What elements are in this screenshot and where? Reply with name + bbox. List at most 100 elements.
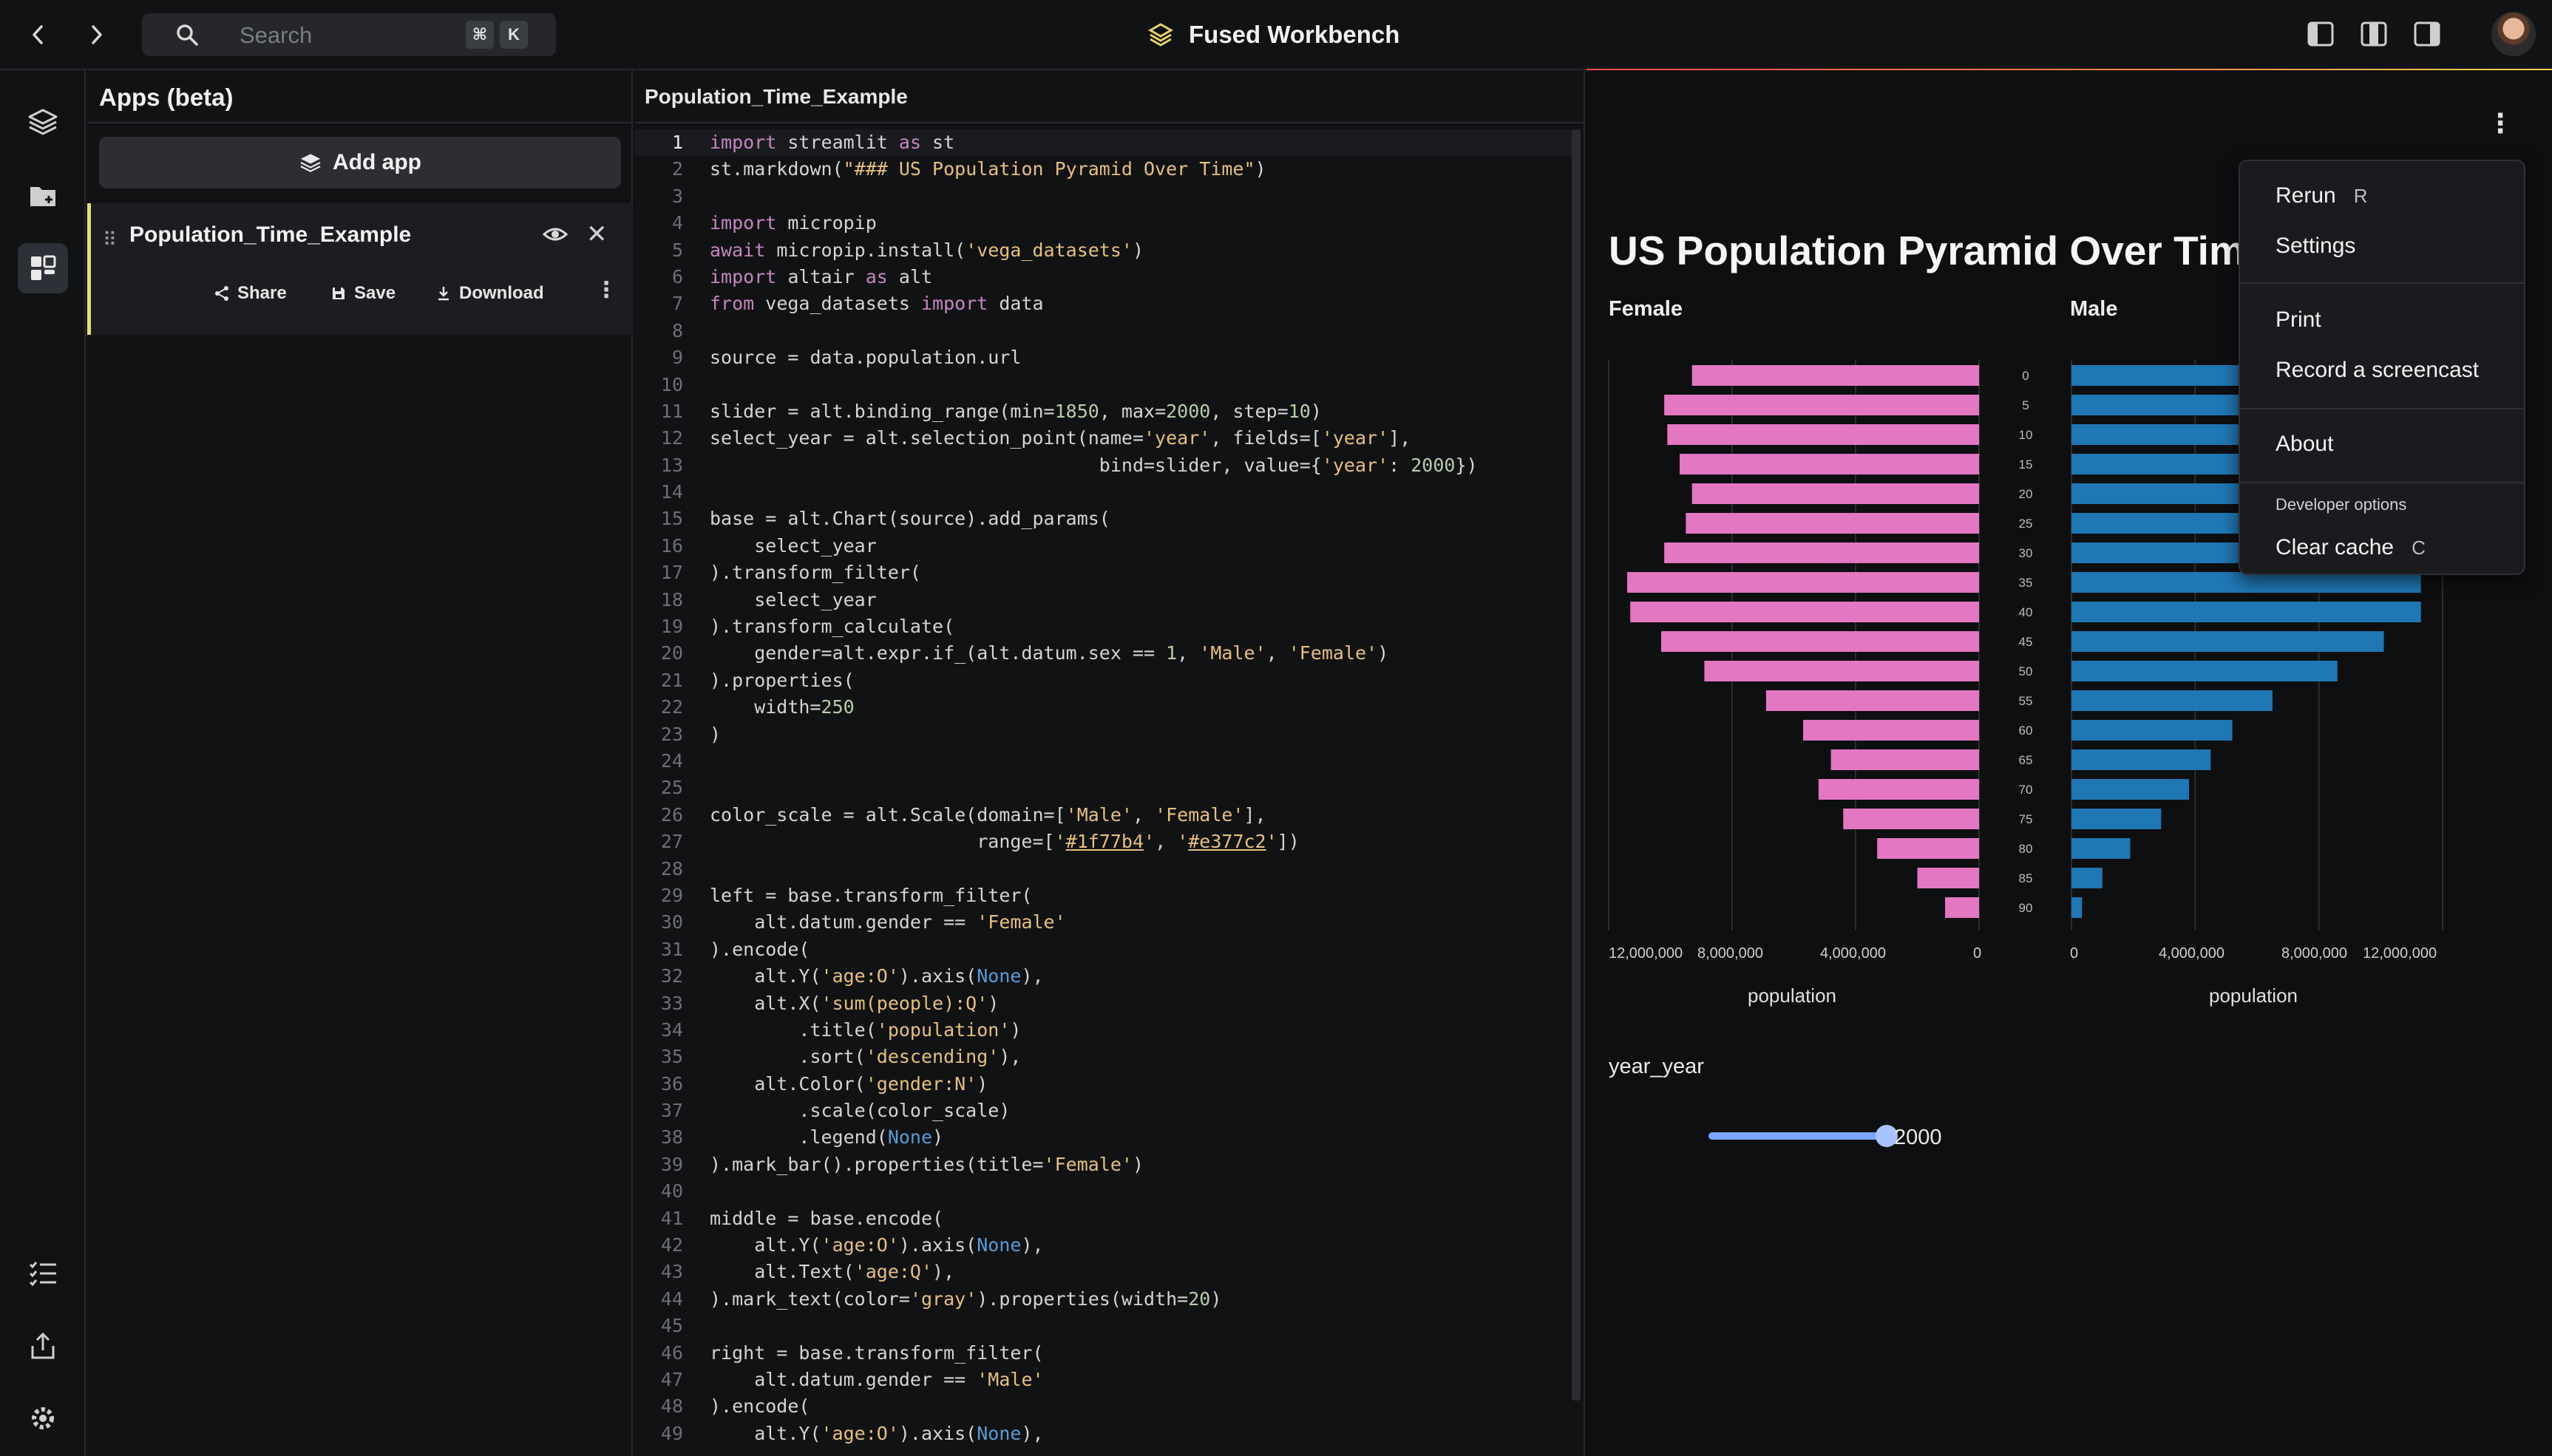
code-text: ) bbox=[710, 723, 722, 745]
code-line[interactable]: 36 alt.Color('gender:N') bbox=[634, 1071, 1573, 1098]
code-line[interactable]: 32 alt.Y('age:O').axis(None), bbox=[634, 963, 1573, 990]
code-line[interactable]: 15 base = alt.Chart(source).add_params( bbox=[634, 506, 1573, 532]
code-line[interactable]: 24 bbox=[634, 748, 1573, 775]
editor-scrollbar[interactable] bbox=[1572, 129, 1581, 1401]
download-button[interactable]: Download bbox=[435, 283, 544, 304]
code-line[interactable]: 17).transform_filter( bbox=[634, 559, 1573, 586]
code-line[interactable]: 12 select_year = alt.selection_point(name… bbox=[634, 425, 1573, 452]
left-panel-toggle-icon[interactable] bbox=[2307, 21, 2335, 47]
code-text: ).properties( bbox=[710, 669, 855, 691]
rail-apps-button[interactable] bbox=[18, 243, 68, 293]
drag-handle-icon[interactable]: ⠿ bbox=[103, 228, 117, 251]
app-title-text: Fused Workbench bbox=[1189, 21, 1400, 48]
female-bar bbox=[1803, 720, 1979, 741]
code-line[interactable]: 29 left = base.transform_filter( bbox=[634, 882, 1573, 909]
eye-icon[interactable] bbox=[542, 222, 569, 246]
code-line[interactable]: 23) bbox=[634, 721, 1573, 748]
line-number: 27 bbox=[660, 831, 683, 853]
app-list-item[interactable]: ⠿ Population_Time_Example ✕ Share Save D… bbox=[87, 203, 633, 335]
code-line[interactable]: 30 alt.datum.gender == 'Female' bbox=[634, 909, 1573, 936]
code-line[interactable]: 13 bind=slider, value={'year': 2000}) bbox=[634, 452, 1573, 479]
code-line[interactable]: 19).transform_calculate( bbox=[634, 613, 1573, 640]
code-text: slider = alt.binding_range(min=1850, max… bbox=[710, 400, 1322, 422]
code-line[interactable]: 43 alt.Text('age:Q'), bbox=[634, 1259, 1573, 1285]
code-line[interactable]: 9 source = data.population.url bbox=[634, 344, 1573, 371]
code-line[interactable]: 2 st.markdown("### US Population Pyramid … bbox=[634, 156, 1573, 183]
code-line[interactable]: 38 .legend(None) bbox=[634, 1124, 1573, 1151]
code-text: range=['#1f77b4', '#e377c2']) bbox=[710, 831, 1300, 853]
code-text: alt.Y('age:O').axis(None), bbox=[710, 1234, 1044, 1256]
share-button[interactable]: Share bbox=[214, 283, 287, 304]
code-line[interactable]: 40 bbox=[634, 1178, 1573, 1205]
code-line[interactable]: 20 gender=alt.expr.if_(alt.datum.sex == … bbox=[634, 640, 1573, 667]
forward-button[interactable] bbox=[78, 16, 115, 53]
code-line[interactable]: 1 import streamlit as st bbox=[634, 129, 1573, 157]
main-menu-button[interactable]: ⋮ bbox=[2485, 110, 2515, 140]
rail-files-button[interactable] bbox=[18, 171, 68, 221]
add-app-button[interactable]: Add app bbox=[99, 137, 621, 188]
code-line[interactable]: 37 .scale(color_scale) bbox=[634, 1098, 1573, 1124]
user-avatar[interactable] bbox=[2491, 12, 2536, 56]
code-line[interactable]: 46 right = base.transform_filter( bbox=[634, 1340, 1573, 1367]
code-line[interactable]: 31).encode( bbox=[634, 936, 1573, 963]
rail-share-button[interactable] bbox=[18, 1321, 68, 1371]
menu-item-clear-cache[interactable]: Clear cache C bbox=[2276, 535, 2426, 560]
save-button[interactable]: Save bbox=[330, 283, 396, 304]
code-line[interactable]: 47 alt.datum.gender == 'Male' bbox=[634, 1367, 1573, 1393]
right-panel-toggle-icon[interactable] bbox=[2413, 21, 2441, 47]
code-line[interactable]: 42 alt.Y('age:O').axis(None), bbox=[634, 1232, 1573, 1259]
code-line[interactable]: 28 bbox=[634, 856, 1573, 882]
year-slider[interactable] bbox=[1705, 1118, 1927, 1155]
back-button[interactable] bbox=[19, 16, 56, 53]
female-bar bbox=[1667, 424, 1979, 445]
code-line[interactable]: 33 alt.X('sum(people):Q') bbox=[634, 990, 1573, 1017]
code-line[interactable]: 10 bbox=[634, 372, 1573, 398]
menu-item-about[interactable]: About bbox=[2276, 432, 2333, 457]
code-line[interactable]: 34 .title('population') bbox=[634, 1017, 1573, 1044]
code-line[interactable]: 14 bbox=[634, 479, 1573, 506]
rail-layers-button[interactable] bbox=[18, 97, 68, 147]
code-line[interactable]: 48).encode( bbox=[634, 1393, 1573, 1420]
code-line[interactable]: 22 width=250 bbox=[634, 694, 1573, 721]
code-line[interactable]: 41 middle = base.encode( bbox=[634, 1205, 1573, 1232]
close-icon[interactable]: ✕ bbox=[586, 220, 608, 249]
code-line[interactable]: 7 from vega_datasets import data bbox=[634, 290, 1573, 317]
code-line[interactable]: 21).properties( bbox=[634, 667, 1573, 694]
rail-settings-button[interactable] bbox=[18, 1393, 68, 1443]
line-number: 33 bbox=[660, 992, 683, 1014]
search-input[interactable]: Search ⌘ K bbox=[142, 13, 556, 56]
code-line[interactable]: 26 color_scale = alt.Scale(domain=['Male'… bbox=[634, 802, 1573, 829]
code-text: alt.Color('gender:N') bbox=[710, 1072, 988, 1095]
code-line[interactable]: 49 alt.Y('age:O').axis(None), bbox=[634, 1421, 1573, 1447]
chevron-right-icon bbox=[92, 25, 102, 44]
code-line[interactable]: 11 slider = alt.binding_range(min=1850, m… bbox=[634, 398, 1573, 425]
age-label: 60 bbox=[2019, 724, 2033, 738]
center-panel-toggle-icon[interactable] bbox=[2360, 21, 2388, 47]
code-line[interactable]: 16 select_year bbox=[634, 533, 1573, 559]
code-line[interactable]: 8 bbox=[634, 318, 1573, 344]
code-line[interactable]: 3 bbox=[634, 183, 1573, 210]
top-bar: Search ⌘ K Fused Workbench bbox=[0, 0, 2552, 70]
female-bar bbox=[1680, 454, 1979, 474]
code-line[interactable]: 6 import altair as alt bbox=[634, 264, 1573, 290]
more-options-icon[interactable]: ⋮ bbox=[595, 277, 617, 303]
code-line[interactable]: 4 import micropip bbox=[634, 210, 1573, 237]
menu-item-print[interactable]: Print bbox=[2276, 307, 2321, 333]
code-line[interactable]: 27 range=['#1f77b4', '#e377c2']) bbox=[634, 829, 1573, 855]
age-label: 90 bbox=[2019, 901, 2033, 915]
male-bar bbox=[2071, 749, 2211, 770]
code-line[interactable]: 18 select_year bbox=[634, 587, 1573, 613]
code-line[interactable]: 25 bbox=[634, 775, 1573, 801]
rail-tasks-button[interactable] bbox=[18, 1248, 68, 1299]
code-line[interactable]: 44).mark_text(color='gray').properties(w… bbox=[634, 1286, 1573, 1313]
male-xtick-label: 12,000,000 bbox=[2363, 945, 2437, 962]
code-line[interactable]: 35 .sort('descending'), bbox=[634, 1044, 1573, 1070]
menu-item-settings[interactable]: Settings bbox=[2276, 234, 2355, 259]
code-line[interactable]: 45 bbox=[634, 1313, 1573, 1339]
menu-item-rerun[interactable]: Rerun R bbox=[2276, 183, 2368, 208]
menu-item-record-screencast[interactable]: Record a screencast bbox=[2276, 358, 2479, 383]
code-line[interactable]: 39).mark_bar().properties(title='Female'… bbox=[634, 1151, 1573, 1178]
code-line[interactable]: 5 await micropip.install('vega_datasets') bbox=[634, 237, 1573, 264]
age-label: 35 bbox=[2019, 576, 2033, 590]
code-area[interactable]: 1 import streamlit as st 2 st.markdown("###… bbox=[634, 129, 1573, 1456]
